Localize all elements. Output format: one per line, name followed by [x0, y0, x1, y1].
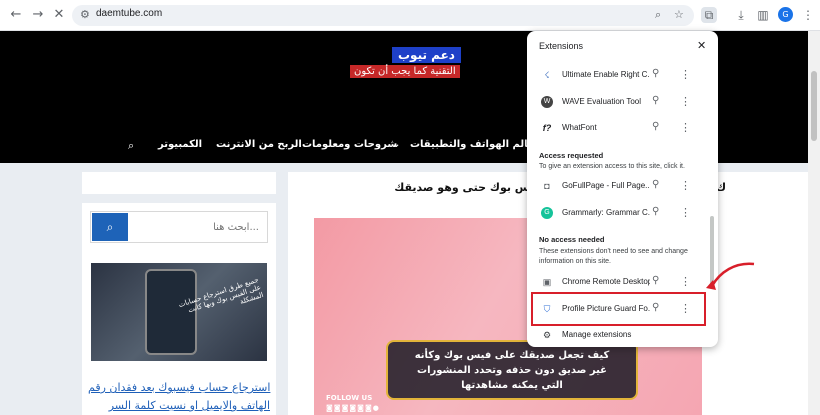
sidebar-article-link[interactable]: استرجاع حساب فيسبوك بعد فقدان رقم: [88, 381, 270, 394]
cursor-icon: ☇: [544, 70, 550, 80]
extension-row[interactable]: G Grammarly: Grammar C... ⚲ ⋮: [527, 200, 718, 226]
pin-icon[interactable]: ⚲: [652, 206, 659, 217]
sidebar-article-link-2[interactable]: الهاتف والايميل او نسيت كلمة السر: [88, 399, 270, 412]
gear-icon: ⚙: [542, 330, 552, 340]
more-options-icon[interactable]: ⋮: [680, 68, 691, 81]
search-button[interactable]: ⌕: [92, 213, 128, 241]
access-requested-heading: Access requested: [539, 151, 604, 160]
pin-icon[interactable]: ⚲: [652, 121, 659, 132]
camera-icon: ◘: [544, 181, 550, 191]
extension-name: Chrome Remote Desktop: [562, 277, 650, 286]
search-input[interactable]: [131, 213, 267, 241]
image-banner: كيف تجعل صديقك على فيس بوك وكأنه غير صدي…: [386, 340, 638, 400]
extension-name: GoFullPage - Full Page...: [562, 181, 650, 190]
nav-item-phones-apps[interactable]: عالم الهواتف والتطبيقات: [410, 139, 535, 150]
sidebar: ⌕ جميع طرق استرجاع حسابات على الفيس بوك …: [82, 203, 276, 415]
more-options-icon[interactable]: ⋮: [680, 179, 691, 192]
extension-row[interactable]: ☇ Ultimate Enable Right C... ⚲ ⋮: [527, 62, 718, 88]
browser-menu-icon[interactable]: ⋮: [800, 7, 816, 23]
extension-name: WhatFont: [562, 123, 597, 132]
banner-line-1: كيف تجعل صديقك على فيس بوك وكأنه: [414, 350, 610, 361]
scrollbar-thumb[interactable]: [811, 71, 817, 141]
bookmark-star-icon[interactable]: ☆: [674, 8, 684, 21]
no-access-heading: No access needed: [539, 235, 605, 244]
zoom-icon[interactable]: ⌕: [655, 8, 661, 22]
extensions-puzzle-icon[interactable]: ⧉: [701, 7, 717, 23]
annotation-arrow-icon: [706, 262, 755, 290]
banner-line-3: التي يمكنه مشاهدتها: [461, 380, 563, 391]
sidebar-search: ⌕: [90, 211, 268, 243]
pin-icon[interactable]: ⚲: [652, 275, 659, 286]
download-icon[interactable]: ⤓: [733, 7, 749, 23]
banner-line-2: غير صديق دون حذفه وتحدد المنشورات: [417, 365, 607, 376]
article-thumbnail[interactable]: جميع طرق استرجاع حسابات على الفيس بوك وب…: [91, 263, 267, 361]
extension-name: WAVE Evaluation Tool: [562, 97, 642, 106]
extension-name: Grammarly: Grammar C...: [562, 208, 650, 217]
site-info-icon[interactable]: ⚙: [80, 8, 90, 21]
site-logo-title[interactable]: دعم تيوب: [392, 47, 461, 63]
url-text: daemtube.com: [96, 8, 163, 19]
post-title[interactable]: س بوك حتى وهو صديقك: [394, 181, 530, 194]
access-requested-description: To give an extension access to this site…: [539, 163, 685, 170]
search-icon: ⌕: [106, 220, 114, 234]
follow-us-label: FOLLOW US: [326, 394, 373, 402]
nav-item-computer[interactable]: الكمبيوتر: [158, 139, 202, 150]
profile-avatar[interactable]: G: [778, 7, 793, 22]
back-icon[interactable]: ←: [8, 7, 24, 23]
sidebar-top-widget: [82, 172, 276, 194]
extension-row[interactable]: ◘ GoFullPage - Full Page... ⚲ ⋮: [527, 173, 718, 199]
more-options-icon[interactable]: ⋮: [680, 95, 691, 108]
chevron-down-icon[interactable]: ⌄: [392, 139, 400, 150]
side-panel-icon[interactable]: ▥: [755, 7, 771, 23]
browser-toolbar: ← → ✕ ⚙ daemtube.com ⌕ ☆ ⧉ ⤓ ▥ G ⋮: [0, 0, 820, 31]
more-options-icon[interactable]: ⋮: [680, 206, 691, 219]
search-icon[interactable]: ⌕: [128, 139, 134, 153]
page-scrollbar[interactable]: [808, 31, 820, 415]
nav-item-tutorials[interactable]: شروحات ومعلومات: [302, 139, 397, 150]
manage-extensions-label: Manage extensions: [562, 330, 632, 339]
forward-icon[interactable]: →: [30, 7, 46, 23]
wave-icon: W: [541, 96, 553, 108]
stop-loading-icon[interactable]: ✕: [51, 7, 67, 23]
nav-item-earn-online[interactable]: الربح من الانترنت: [216, 139, 302, 150]
extensions-title: Extensions: [539, 41, 584, 51]
more-options-icon[interactable]: ⋮: [680, 121, 691, 134]
remote-desktop-icon: ▣: [542, 277, 552, 287]
extension-row[interactable]: W WAVE Evaluation Tool ⚲ ⋮: [527, 89, 718, 115]
extension-row[interactable]: f? WhatFont ⚲ ⋮: [527, 115, 718, 141]
grammarly-icon: G: [541, 207, 553, 219]
close-icon[interactable]: ✕: [697, 39, 706, 52]
pin-icon[interactable]: ⚲: [652, 95, 659, 106]
extension-name: Ultimate Enable Right C...: [562, 70, 650, 79]
font-icon: f?: [542, 123, 552, 133]
social-icons: ◙◙◙◙◙◙●: [326, 404, 380, 412]
site-logo-tagline: التقنية كما يجب أن تكون: [350, 65, 460, 78]
address-bar[interactable]: ⚙ daemtube.com ⌕ ☆: [72, 5, 694, 26]
pin-icon[interactable]: ⚲: [652, 68, 659, 79]
pin-icon[interactable]: ⚲: [652, 179, 659, 190]
